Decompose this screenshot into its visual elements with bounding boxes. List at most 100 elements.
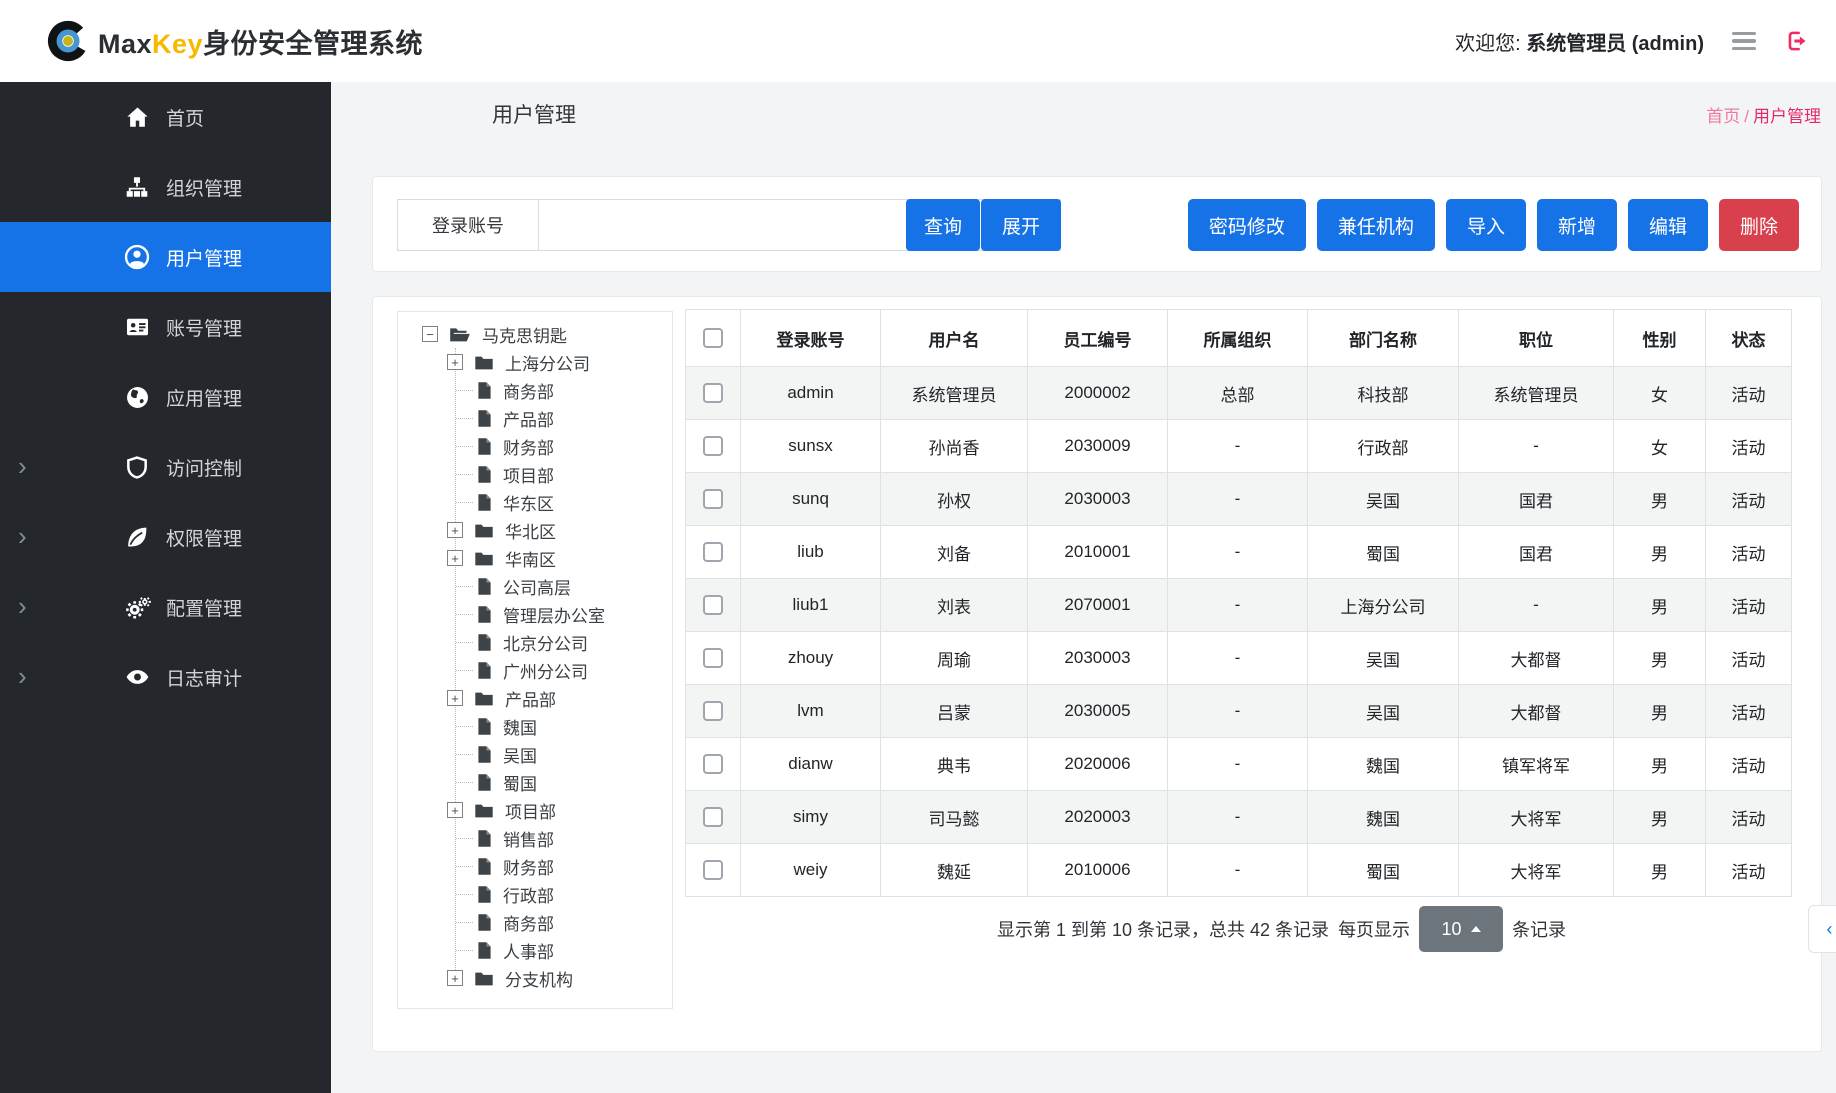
tree-node[interactable]: +华北区	[398, 516, 672, 544]
tree-node[interactable]: 商务部	[398, 376, 672, 404]
expand-button[interactable]: 展开	[981, 199, 1061, 251]
table-cell: -	[1168, 844, 1308, 897]
org-tree: −马克思钥匙+上海分公司商务部产品部财务部项目部华东区+华北区+华南区公司高层管…	[397, 311, 673, 1009]
tree-node[interactable]: 财务部	[398, 852, 672, 880]
tree-expander-icon[interactable]: −	[422, 326, 438, 342]
page-size-select[interactable]: 10	[1419, 906, 1503, 952]
tree-node[interactable]: 销售部	[398, 824, 672, 852]
tree-expander-icon[interactable]: +	[447, 802, 463, 818]
tree-expander-icon[interactable]: +	[447, 550, 463, 566]
table-cell: 女	[1614, 367, 1706, 420]
tree-node[interactable]: − 马克思钥匙	[398, 320, 672, 348]
chevron-right-icon: ›	[18, 663, 27, 689]
delete-button[interactable]: 删除	[1719, 199, 1799, 251]
password-change-button[interactable]: 密码修改	[1188, 199, 1306, 251]
sidebar-item-home[interactable]: 首页	[0, 82, 331, 152]
per-page-prefix: 每页显示	[1338, 916, 1410, 942]
tree-node[interactable]: + 项目部	[398, 796, 672, 824]
tree-node-label: 项目部	[505, 797, 556, 823]
user-circle-icon	[122, 243, 152, 271]
query-button[interactable]: 查询	[906, 199, 980, 251]
folder-icon	[474, 549, 494, 568]
tree-node-label: 马克思钥匙	[482, 321, 567, 347]
import-button[interactable]: 导入	[1446, 199, 1526, 251]
tree-node[interactable]: 北京分公司	[398, 628, 672, 656]
tree-node[interactable]: +分支机构	[398, 964, 672, 992]
row-checkbox[interactable]	[703, 542, 723, 562]
chevron-right-icon: ›	[18, 593, 27, 619]
table-cell: 男	[1614, 579, 1706, 632]
tree-node[interactable]: 管理层办公室	[398, 600, 672, 628]
tree-node[interactable]: 行政部	[398, 880, 672, 908]
login-account-label: 登录账号	[398, 200, 539, 250]
table-cell: -	[1168, 791, 1308, 844]
row-checkbox[interactable]	[703, 754, 723, 774]
sidebar-item-label: 应用管理	[166, 384, 242, 411]
tree-expander-icon[interactable]: +	[447, 522, 463, 538]
tree-node[interactable]: +上海分公司	[398, 348, 672, 376]
tree-node-label: 产品部	[503, 405, 554, 431]
sidebar-item-permission-management[interactable]: ›权限管理	[0, 502, 331, 572]
sidebar-item-log-audit[interactable]: ›日志审计	[0, 642, 331, 712]
tree-node[interactable]: 商务部	[398, 908, 672, 936]
tree-node[interactable]: 魏国	[398, 712, 672, 740]
tree-node[interactable]: 项目部	[398, 460, 672, 488]
row-checkbox[interactable]	[703, 648, 723, 668]
tree-expander-icon[interactable]: +	[447, 690, 463, 706]
sidebar-item-user-management[interactable]: 用户管理	[0, 222, 331, 292]
page-header-bar: 用户管理 首页/用户管理	[331, 82, 1836, 146]
sidebar-item-app-management[interactable]: 应用管理	[0, 362, 331, 432]
login-account-input[interactable]	[539, 200, 906, 250]
pager-prev-button[interactable]: ‹	[1808, 905, 1836, 953]
file-icon	[477, 745, 492, 764]
tree-node[interactable]: 华东区	[398, 488, 672, 516]
row-checkbox[interactable]	[703, 436, 723, 456]
tree-node[interactable]: 蜀国	[398, 768, 672, 796]
edit-button[interactable]: 编辑	[1628, 199, 1708, 251]
select-all-checkbox[interactable]	[703, 328, 723, 348]
row-checkbox[interactable]	[703, 860, 723, 880]
table-cell: zhouy	[741, 632, 881, 685]
tree-node[interactable]: 吴国	[398, 740, 672, 768]
concurrent-org-button[interactable]: 兼任机构	[1317, 199, 1435, 251]
table-cell: 2010006	[1028, 844, 1168, 897]
column-header: 部门名称	[1308, 310, 1459, 367]
tree-node-label: 蜀国	[503, 769, 537, 795]
tree-node-label: 项目部	[503, 461, 554, 487]
tree-node[interactable]: 广州分公司	[398, 656, 672, 684]
tree-node[interactable]: 产品部	[398, 404, 672, 432]
menu-icon[interactable]	[1732, 32, 1756, 51]
row-checkbox[interactable]	[703, 595, 723, 615]
add-button[interactable]: 新增	[1537, 199, 1617, 251]
tree-node[interactable]: 人事部	[398, 936, 672, 964]
table-cell: 活动	[1706, 738, 1792, 791]
table-cell: 孙权	[881, 473, 1028, 526]
table-cell: -	[1168, 473, 1308, 526]
row-checkbox[interactable]	[703, 807, 723, 827]
table-cell: -	[1168, 632, 1308, 685]
table-cell: -	[1168, 420, 1308, 473]
table-cell: 吴国	[1308, 632, 1459, 685]
records-summary: 显示第 1 到第 10 条记录，总共 42 条记录	[997, 916, 1329, 942]
caret-up-icon	[1471, 926, 1481, 932]
breadcrumb-home-link[interactable]: 首页	[1706, 107, 1740, 126]
tree-node[interactable]: +华南区	[398, 544, 672, 572]
tree-node-label: 公司高层	[503, 573, 571, 599]
logout-icon[interactable]	[1784, 28, 1810, 54]
sidebar-item-config-management[interactable]: ›配置管理	[0, 572, 331, 642]
tree-node[interactable]: +产品部	[398, 684, 672, 712]
row-checkbox[interactable]	[703, 489, 723, 509]
tree-expander-icon[interactable]: +	[447, 970, 463, 986]
breadcrumb-current[interactable]: 用户管理	[1753, 107, 1821, 126]
sidebar-item-account-management[interactable]: 账号管理	[0, 292, 331, 362]
sidebar-item-org-management[interactable]: 组织管理	[0, 152, 331, 222]
tree-expander-icon[interactable]: +	[447, 354, 463, 370]
row-checkbox[interactable]	[703, 383, 723, 403]
tree-node[interactable]: 公司高层	[398, 572, 672, 600]
tree-node[interactable]: 财务部	[398, 432, 672, 460]
row-checkbox[interactable]	[703, 701, 723, 721]
sidebar: 首页组织管理用户管理账号管理应用管理 ›访问控制›权限管理›配置管理›日志审计	[0, 82, 331, 1093]
table-cell: 魏延	[881, 844, 1028, 897]
table-cell: -	[1168, 685, 1308, 738]
sidebar-item-access-control[interactable]: ›访问控制	[0, 432, 331, 502]
